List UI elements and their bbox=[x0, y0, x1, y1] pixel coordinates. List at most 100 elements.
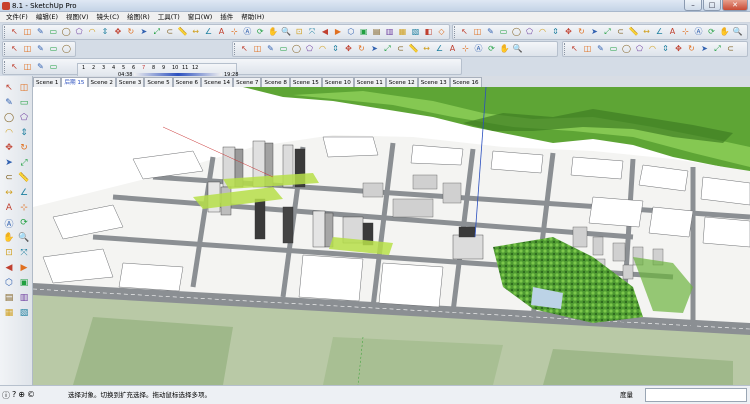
minimize-button[interactable]: – bbox=[684, 0, 702, 11]
layer-icon[interactable]: ▭ bbox=[278, 44, 289, 55]
component-icon[interactable]: ↖ bbox=[9, 44, 20, 55]
scene-tab-5[interactable]: Scene 6 bbox=[172, 77, 202, 87]
axes-icon[interactable]: ✋ bbox=[3, 232, 15, 244]
wireframe-icon[interactable]: ◇ bbox=[436, 27, 447, 38]
photo-match-icon[interactable]: ⊂ bbox=[725, 44, 736, 55]
right-view-icon[interactable]: ▥ bbox=[384, 27, 395, 38]
push-pull-icon[interactable]: ⇕ bbox=[100, 27, 111, 38]
bezier-icon[interactable]: ◫ bbox=[22, 61, 33, 72]
look-icon[interactable]: ⬠ bbox=[304, 44, 315, 55]
scene-tab-14[interactable]: Scene 16 bbox=[449, 77, 482, 87]
shadow-month-3[interactable]: 3 bbox=[102, 65, 112, 71]
photo-match-icon[interactable]: ✋ bbox=[499, 44, 510, 55]
left-view-icon[interactable]: ▧ bbox=[410, 27, 421, 38]
warehouse-icon[interactable]: ↻ bbox=[686, 44, 697, 55]
paint-icon[interactable]: ▭ bbox=[18, 97, 30, 109]
info-icon[interactable]: ⓘ bbox=[2, 390, 10, 401]
toolbar-grip[interactable] bbox=[4, 26, 7, 38]
right-view-icon[interactable]: 📏 bbox=[628, 27, 639, 38]
zoom-icon[interactable]: 🔍 bbox=[281, 27, 292, 38]
menu-camera[interactable]: 镜头(C) bbox=[93, 12, 124, 23]
zoom-extents-icon[interactable]: ⇕ bbox=[550, 27, 561, 38]
menu-window[interactable]: 窗口(W) bbox=[184, 12, 217, 23]
toolbar-grip[interactable] bbox=[234, 43, 237, 55]
scene-tab-6[interactable]: Scene 14 bbox=[201, 77, 234, 87]
menu-help[interactable]: 帮助(H) bbox=[237, 12, 268, 23]
tape-icon[interactable]: A bbox=[3, 202, 15, 214]
menu-view[interactable]: 视图(V) bbox=[62, 12, 93, 23]
arc-icon[interactable]: ⇕ bbox=[18, 127, 30, 139]
select-icon[interactable]: ↖ bbox=[9, 27, 20, 38]
shadow-month-11[interactable]: 11 bbox=[182, 65, 192, 71]
zoom-icon[interactable]: ⬠ bbox=[524, 27, 535, 38]
flip-edge-icon[interactable]: ⊂ bbox=[395, 44, 406, 55]
drape-icon[interactable]: ➤ bbox=[369, 44, 380, 55]
offset-icon[interactable]: ∠ bbox=[18, 187, 30, 199]
axes-icon[interactable]: ◫ bbox=[472, 27, 483, 38]
shadow-month-12[interactable]: 12 bbox=[192, 65, 202, 71]
solid-trim-icon[interactable]: ∠ bbox=[434, 44, 445, 55]
shadow-month-5[interactable]: 5 bbox=[122, 65, 132, 71]
scene-tab-8[interactable]: Scene 8 bbox=[261, 77, 290, 87]
solid-subtract-icon[interactable]: ◠ bbox=[647, 44, 658, 55]
pan-icon[interactable]: ✋ bbox=[268, 27, 279, 38]
menu-draw[interactable]: 绘图(R) bbox=[123, 12, 154, 23]
layer-icon[interactable]: ▭ bbox=[48, 44, 59, 55]
axes-icon[interactable]: ⊹ bbox=[229, 27, 240, 38]
3d-text-icon[interactable]: ✎ bbox=[485, 27, 496, 38]
shadow-months[interactable]: 1 2 3 4 5 6 7 8 9 10 11 12 bbox=[82, 65, 202, 71]
push-pull-icon[interactable]: ⤢ bbox=[18, 157, 30, 169]
walk-icon[interactable]: ◯ bbox=[61, 44, 72, 55]
scale-icon[interactable]: ↔ bbox=[3, 187, 15, 199]
google-earth-icon[interactable]: ⟳ bbox=[486, 44, 497, 55]
text-icon[interactable]: ⟳ bbox=[18, 217, 30, 229]
menu-edit[interactable]: 编辑(E) bbox=[32, 12, 62, 23]
select-icon[interactable]: ↖ bbox=[3, 82, 15, 94]
stamp-icon[interactable]: ↻ bbox=[356, 44, 367, 55]
previous-icon[interactable]: ◀ bbox=[319, 27, 330, 38]
3d-text-icon[interactable]: 🔍 bbox=[18, 232, 30, 244]
paint-icon[interactable]: ◫ bbox=[22, 44, 33, 55]
next-icon[interactable]: ▶ bbox=[332, 27, 343, 38]
walk-icon[interactable]: ◯ bbox=[291, 44, 302, 55]
front-view-icon[interactable]: ⊂ bbox=[615, 27, 626, 38]
orbit-icon[interactable]: ⊡ bbox=[3, 247, 15, 259]
hidden-line-icon[interactable]: Ⓐ bbox=[693, 27, 704, 38]
share-model-icon[interactable]: ➤ bbox=[699, 44, 710, 55]
next-icon[interactable]: ↻ bbox=[576, 27, 587, 38]
scene-tab-9[interactable]: Scene 15 bbox=[289, 77, 322, 87]
scene-tab-7[interactable]: Scene 7 bbox=[233, 77, 262, 87]
solid-split-icon[interactable]: ✥ bbox=[673, 44, 684, 55]
move-icon[interactable]: ➤ bbox=[3, 157, 15, 169]
iso-view-icon[interactable]: ⬡ bbox=[345, 27, 356, 38]
add-detail-icon[interactable]: ⤢ bbox=[382, 44, 393, 55]
credit-icon[interactable]: © bbox=[27, 390, 35, 401]
scene-tab-12[interactable]: Scene 12 bbox=[385, 77, 418, 87]
spline-icon[interactable]: ✎ bbox=[35, 61, 46, 72]
arc-icon[interactable]: ◠ bbox=[87, 27, 98, 38]
eraser-icon[interactable]: ◫ bbox=[18, 82, 30, 94]
wireframe-icon[interactable]: ⊹ bbox=[680, 27, 691, 38]
solid-union-icon[interactable]: ⬠ bbox=[634, 44, 645, 55]
shadow-month-4[interactable]: 4 bbox=[112, 65, 122, 71]
scene-tab-0[interactable]: Scene 1 bbox=[33, 77, 62, 87]
dimension-icon[interactable]: ↔ bbox=[190, 27, 201, 38]
style-icon[interactable]: 🔍 bbox=[512, 44, 523, 55]
scene-tab-11[interactable]: Scene 11 bbox=[353, 77, 386, 87]
component-icon[interactable]: ↖ bbox=[239, 44, 250, 55]
shadow-month-9[interactable]: 9 bbox=[162, 65, 172, 71]
rectangle-icon[interactable]: ◯ bbox=[3, 112, 15, 124]
protractor-icon[interactable]: ∠ bbox=[203, 27, 214, 38]
shadow-month-2[interactable]: 2 bbox=[92, 65, 102, 71]
pencil-icon[interactable]: ✎ bbox=[35, 27, 46, 38]
shadow-month-1[interactable]: 1 bbox=[82, 65, 92, 71]
scene-tab-1[interactable]: 后期 15 bbox=[61, 77, 88, 87]
section-icon[interactable]: ▧ bbox=[18, 307, 30, 319]
arc-tool-icon[interactable]: ↖ bbox=[9, 61, 20, 72]
scene-tab-10[interactable]: Scene 10 bbox=[321, 77, 354, 87]
toolbar-grip[interactable] bbox=[4, 43, 7, 55]
section-icon[interactable]: ✎ bbox=[265, 44, 276, 55]
position-camera-icon[interactable]: ▤ bbox=[3, 292, 15, 304]
look-icon[interactable]: ▦ bbox=[3, 307, 15, 319]
close-button[interactable]: ✕ bbox=[722, 0, 748, 11]
